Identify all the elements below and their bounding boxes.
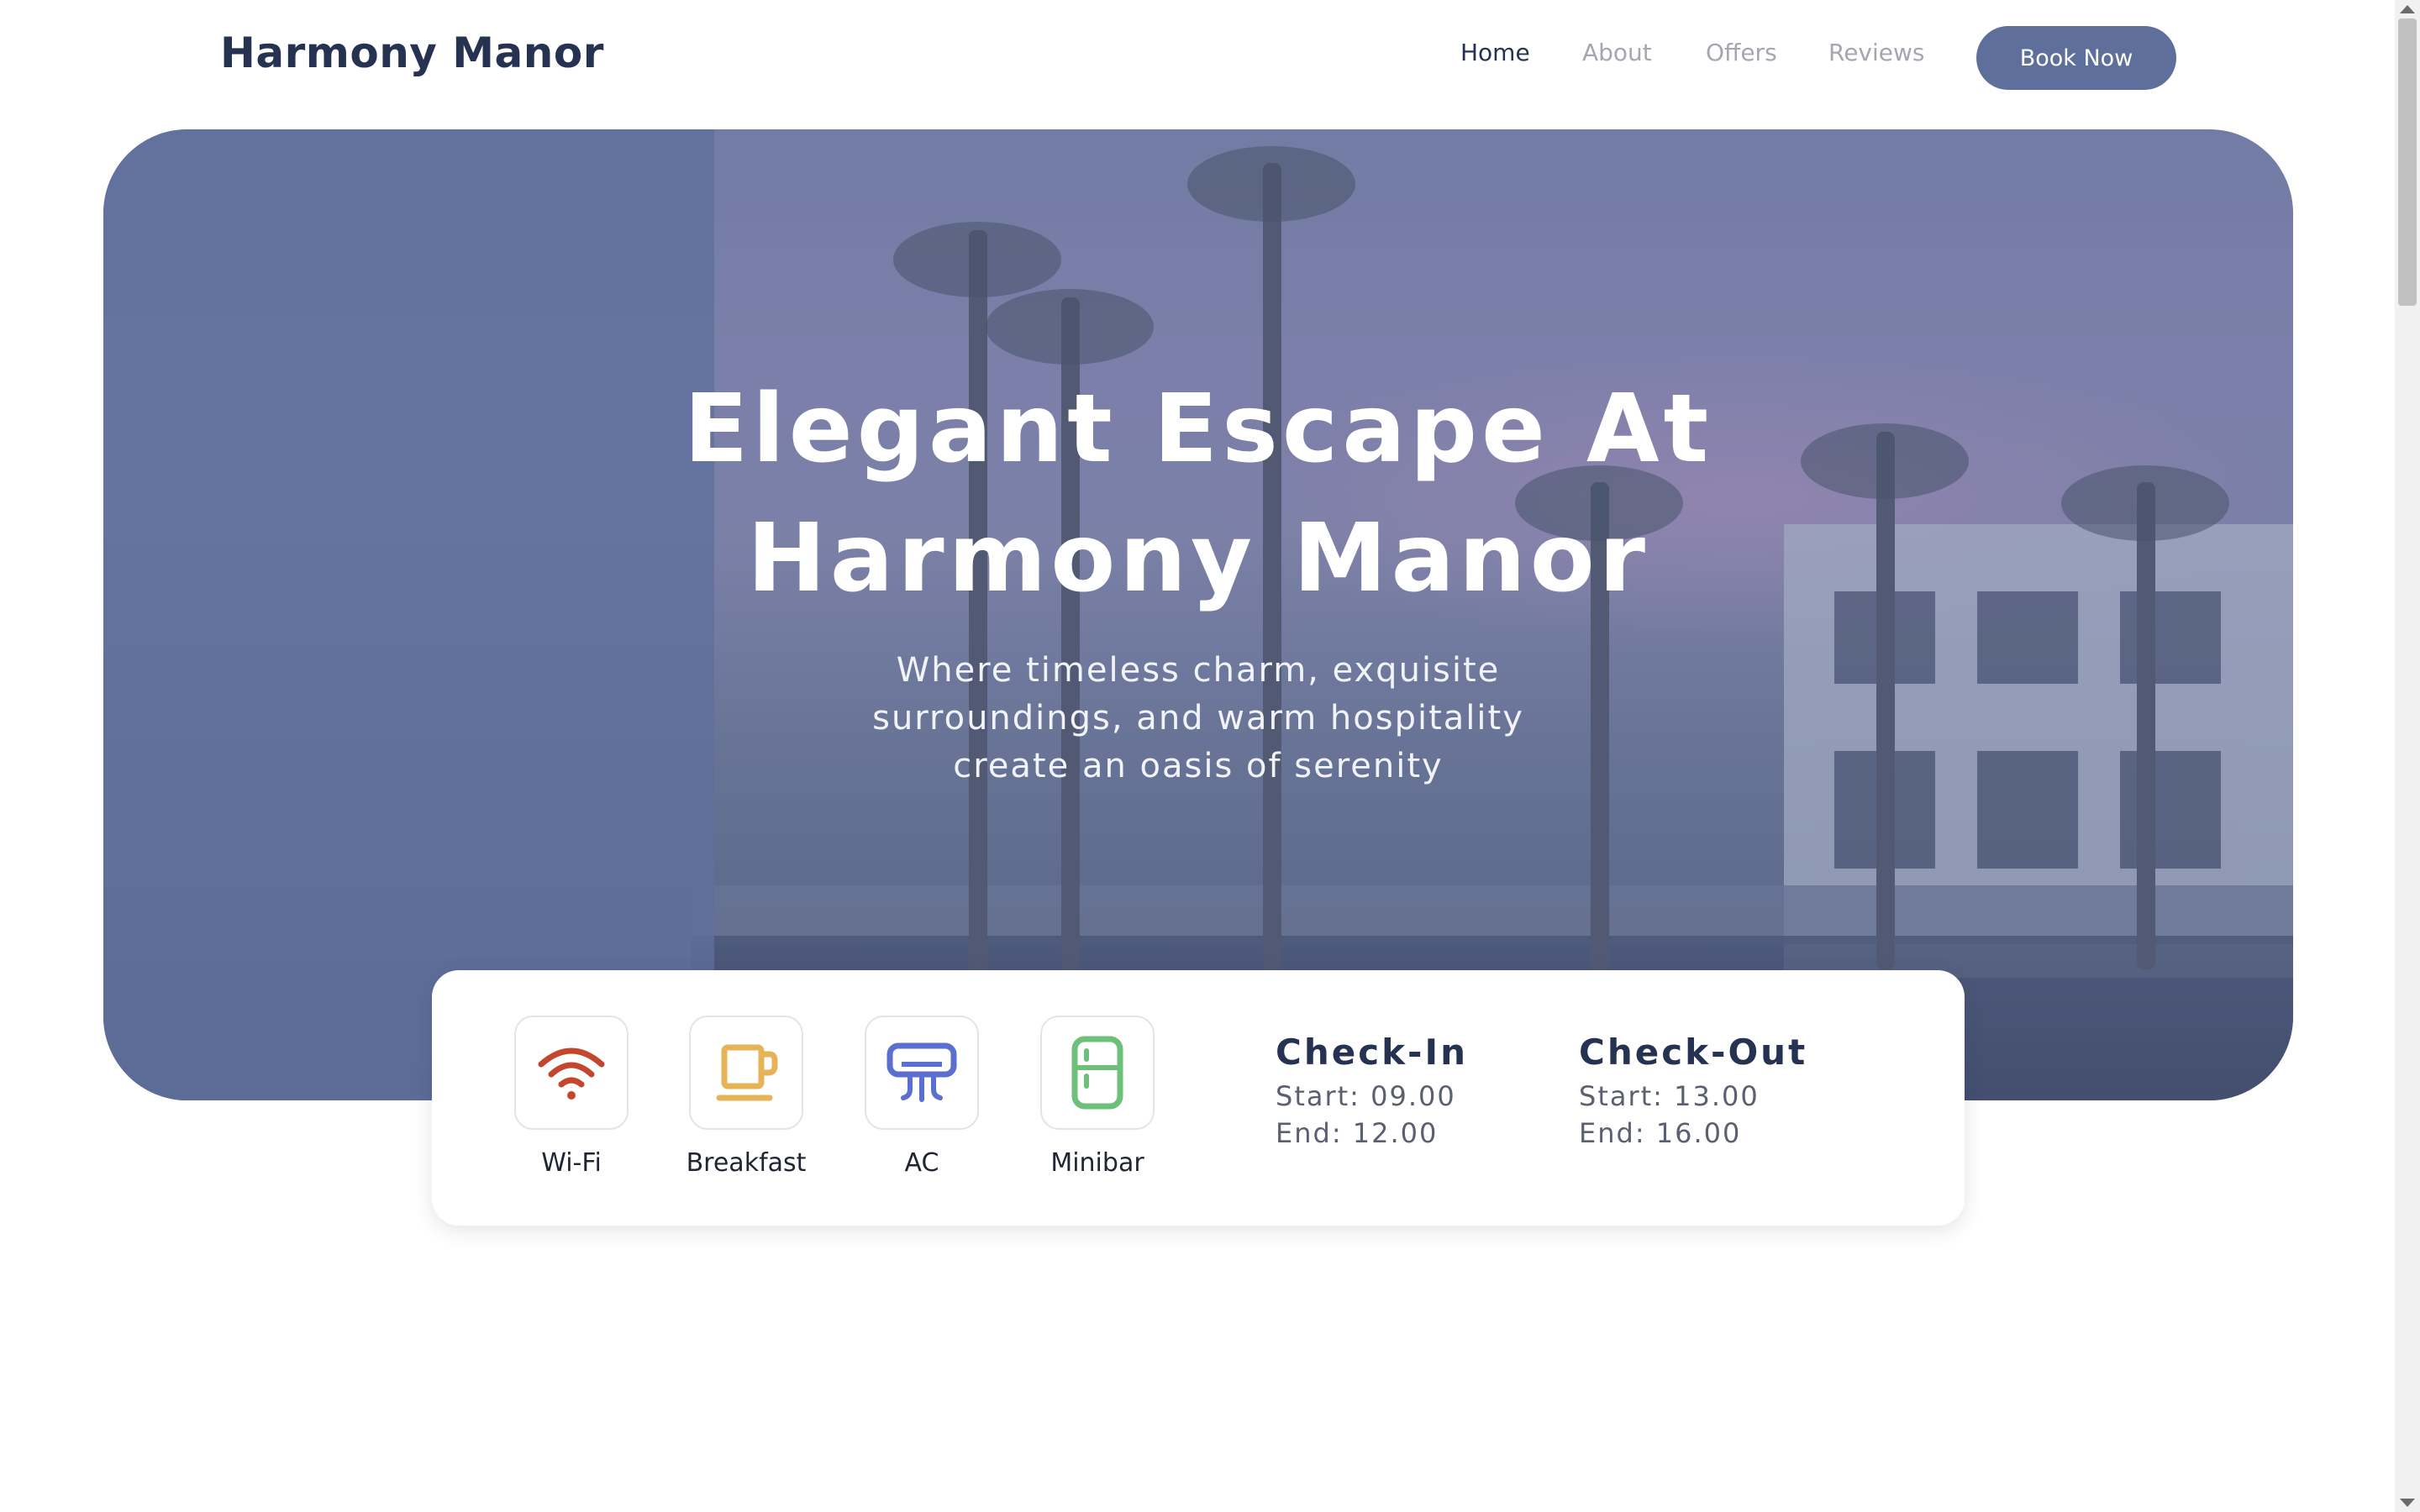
- checkin-block: Check-In Start: 09.00 End: 12.00: [1276, 1032, 1468, 1148]
- amenity-wifi: Wi-Fi: [514, 1016, 629, 1178]
- amenity-label: Breakfast: [686, 1148, 807, 1178]
- amenity-breakfast: Breakfast: [687, 1016, 806, 1178]
- hero-title-line-1: Elegant Escape At: [683, 375, 1713, 484]
- hero-subtitle-line-3: create an oasis of serenity: [953, 747, 1444, 785]
- checkin-end: End: 12.00: [1276, 1117, 1439, 1149]
- hero-subtitle-line-1: Where timeless charm, exquisite: [896, 651, 1501, 690]
- coffee-cup-icon: [689, 1016, 803, 1130]
- page-scrollbar[interactable]: [2395, 0, 2420, 1512]
- amenity-ac: AC: [865, 1016, 979, 1178]
- page: Harmony Manor Home About Offers Reviews …: [0, 0, 2395, 1512]
- checkout-end: End: 16.00: [1579, 1117, 1742, 1149]
- scroll-thumb[interactable]: [2398, 18, 2417, 306]
- checkout-block: Check-Out Start: 13.00 End: 16.00: [1579, 1032, 1807, 1148]
- wifi-icon: [514, 1016, 629, 1130]
- amenity-label: Minibar: [1050, 1148, 1144, 1178]
- scroll-down-arrow-icon[interactable]: [2400, 1499, 2415, 1507]
- book-now-button[interactable]: Book Now: [1976, 26, 2176, 90]
- hero-banner: Elegant Escape At Harmony Manor Where ti…: [103, 129, 2293, 1100]
- amenity-label: Wi-Fi: [541, 1148, 602, 1178]
- checkin-title: Check-In: [1276, 1032, 1468, 1073]
- amenity-label: AC: [904, 1148, 939, 1178]
- amenity-minibar: Minibar: [1040, 1016, 1155, 1178]
- scroll-up-arrow-icon[interactable]: [2400, 5, 2415, 13]
- hero-subtitle-line-2: surroundings, and warm hospitality: [872, 699, 1524, 738]
- air-conditioner-icon: [865, 1016, 979, 1130]
- checkout-title: Check-Out: [1579, 1032, 1808, 1073]
- nav-about[interactable]: About: [1582, 39, 1652, 66]
- hero-title-line-2: Harmony Manor: [747, 504, 1649, 613]
- checkout-start: Start: 13.00: [1579, 1080, 1760, 1112]
- nav-offers[interactable]: Offers: [1706, 39, 1777, 66]
- nav-home[interactable]: Home: [1460, 39, 1530, 66]
- nav-reviews[interactable]: Reviews: [1828, 39, 1925, 66]
- brand-logo[interactable]: Harmony Manor: [220, 29, 604, 77]
- checkin-start: Start: 09.00: [1276, 1080, 1456, 1112]
- fridge-icon: [1040, 1016, 1155, 1130]
